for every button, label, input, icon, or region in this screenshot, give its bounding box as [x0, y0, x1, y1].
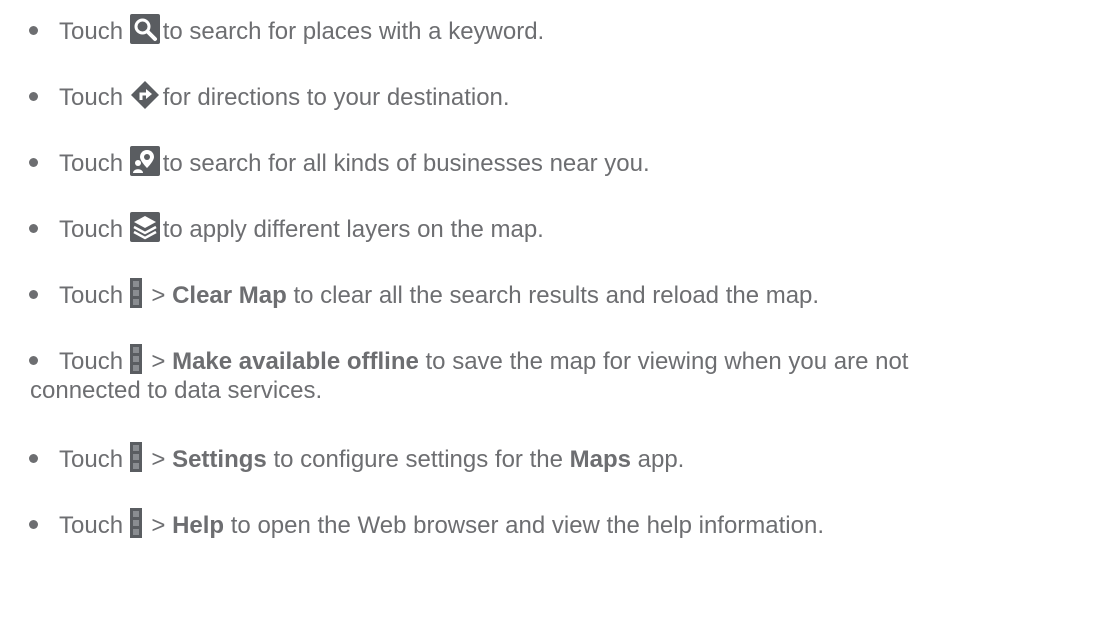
menu-option-settings: Settings — [172, 446, 267, 473]
bullet — [29, 224, 38, 233]
separator: > — [151, 446, 166, 473]
app-name-maps: Maps — [569, 446, 631, 473]
search-icon — [129, 14, 160, 44]
item-description: to save the map for viewing when you are… — [425, 348, 909, 375]
list-item-text: Touch > Help to open the Web browser and… — [59, 508, 1087, 541]
list-item-text-continued: connected to data services. — [30, 377, 323, 404]
item-description: to configure settings for the — [273, 446, 563, 473]
touch-label: Touch — [59, 446, 124, 473]
bullet — [29, 92, 38, 101]
touch-label: Touch — [59, 84, 124, 111]
list-item-text: Touch to apply different layers on the m… — [59, 212, 1087, 245]
list-item-text: Touch > Clear Map to clear all the searc… — [59, 278, 1087, 311]
list-item-text: Touch to search for places with a keywor… — [59, 14, 1087, 47]
item-description: to search for places with a keyword. — [162, 18, 545, 45]
item-description: for directions to your destination. — [162, 84, 510, 111]
bullet — [29, 158, 38, 167]
touch-label: Touch — [59, 18, 124, 45]
layers-icon — [129, 212, 160, 242]
menu-option-make-available-offline: Make available offline — [172, 348, 419, 375]
bullet — [29, 520, 38, 529]
separator: > — [151, 512, 166, 539]
list-item-text: Touch > Settings to configure settings f… — [59, 442, 1087, 475]
bullet — [29, 290, 38, 299]
menu-option-clear-map: Clear Map — [172, 282, 287, 309]
item-description: to clear all the search results and relo… — [293, 282, 820, 309]
bullet — [29, 454, 38, 463]
touch-label: Touch — [59, 216, 124, 243]
item-description: to search for all kinds of businesses ne… — [162, 150, 650, 177]
separator: > — [151, 348, 166, 375]
touch-label: Touch — [59, 512, 124, 539]
item-description: to apply different layers on the map. — [162, 216, 544, 243]
list-item-text: Touch for directions to your destination… — [59, 80, 1087, 113]
menu-icon — [129, 344, 142, 374]
separator: > — [151, 282, 166, 309]
menu-option-help: Help — [172, 512, 225, 539]
bullet — [29, 356, 38, 365]
local-places-icon — [129, 146, 160, 176]
touch-label: Touch — [59, 282, 124, 309]
menu-icon — [129, 442, 142, 472]
directions-icon — [129, 80, 160, 110]
touch-label: Touch — [59, 150, 124, 177]
touch-label: Touch — [59, 348, 124, 375]
bullet — [29, 26, 38, 35]
item-description: to open the Web browser and view the hel… — [230, 512, 825, 539]
menu-icon — [129, 508, 142, 538]
item-description-end: app. — [637, 446, 685, 473]
list-item-text: Touch to search for all kinds of busines… — [59, 146, 1087, 179]
list-item-text: Touch > Make available offline to save t… — [59, 344, 1087, 377]
menu-icon — [129, 278, 142, 308]
